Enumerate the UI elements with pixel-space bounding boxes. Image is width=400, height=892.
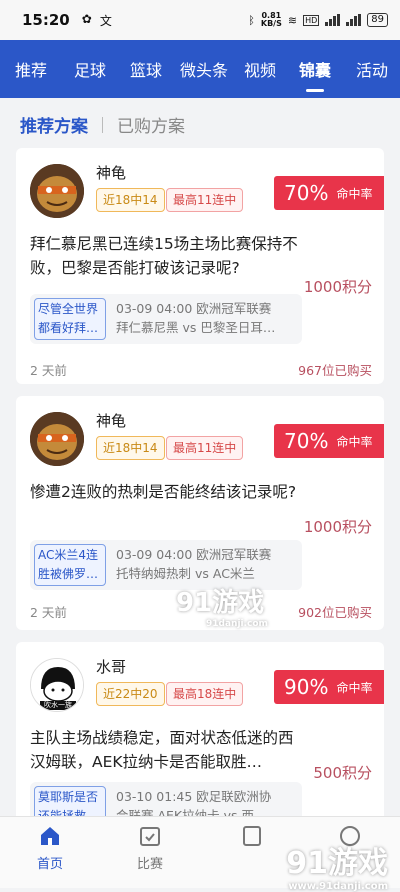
status-time: 15:20 (22, 11, 70, 29)
hit-rate-label: 命中率 (336, 680, 373, 695)
hit-rate-label: 命中率 (336, 434, 373, 449)
post-time: 2 天前 (30, 605, 67, 620)
nav-item-3[interactable] (222, 823, 282, 853)
author-name: 水哥 (96, 658, 127, 676)
sub-tabs: 推荐方案 已购方案 (20, 112, 185, 137)
author-name: 神龟 (96, 412, 127, 430)
purchase-count: 967位已购买 (298, 363, 372, 378)
hit-rate-badge: 90% 命中率 (274, 670, 384, 704)
divider (102, 116, 103, 133)
top-nav: 推荐 足球 篮球 微头条 视频 锦囊 活动 (0, 40, 400, 98)
signal-icon-2 (346, 14, 362, 26)
hit-rate-value: 70% (284, 429, 329, 453)
recent-record-tag: 近18中14 (96, 188, 165, 212)
plan-price: 500积分 (313, 764, 372, 782)
home-icon (37, 823, 63, 849)
match-time: 03-09 04:00 欧洲冠军联赛 (116, 547, 272, 562)
max-streak-tag: 最高11连中 (166, 436, 244, 460)
pick-summary: 尽管全世界都看好拜… (34, 298, 106, 340)
plan-title: 拜仁慕尼黑已连续15场主场比赛保持不败，巴黎是否能打破该记录呢? (30, 235, 298, 277)
calendar-check-icon (137, 823, 163, 849)
hd-badge: HD (303, 14, 320, 26)
post-time: 2 天前 (30, 363, 67, 378)
corner-watermark: 91游戏 www.91danji.com (286, 846, 388, 892)
net-speed: 0.81 KB/S (260, 11, 282, 28)
match-teams: 拜仁慕尼黑 vs 巴黎圣日耳… (116, 320, 276, 335)
hit-rate-value: 90% (284, 675, 329, 699)
avatar[interactable]: 吹水一族 (30, 658, 84, 712)
plan-title: 主队主场战绩稳定，面对状态低迷的西汉姆联，AEK拉纳卡是否能取胜… (30, 729, 294, 771)
tab-activity[interactable]: 活动 (344, 40, 400, 98)
pick-summary: AC米兰4连胜被佛罗… (34, 544, 106, 586)
signal-icon (325, 14, 341, 26)
plan-price: 1000积分 (303, 518, 372, 536)
avatar[interactable] (30, 164, 84, 218)
battery-icon: 89 (367, 13, 388, 27)
tab-basketball[interactable]: 篮球 (118, 40, 174, 98)
match-time: 03-10 01:45 欧足联欧洲协 (116, 789, 272, 804)
recent-record-tag: 近18中14 (96, 436, 165, 460)
hit-rate-label: 命中率 (336, 186, 373, 201)
document-icon (239, 823, 265, 849)
max-streak-tag: 最高18连中 (166, 682, 244, 706)
tab-recommend[interactable]: 推荐 (0, 40, 62, 98)
text-notification-icon: 文 (99, 13, 112, 28)
avatar-caption: 吹水一族 (44, 701, 72, 709)
plan-card[interactable]: 吹水一族 水哥 近22中20 最高18连中 90% 命中率 主队主场战绩稳定，面… (16, 642, 384, 832)
app-notification-icon: ✿ (81, 11, 92, 26)
hit-rate-badge: 70% 命中率 (274, 424, 384, 458)
hit-rate-value: 70% (284, 181, 329, 205)
author-name: 神龟 (96, 164, 127, 182)
subtab-recommended-plans[interactable]: 推荐方案 (20, 112, 88, 137)
match-teams: 托特纳姆热刺 vs AC米兰 (116, 566, 255, 581)
subtab-purchased-plans[interactable]: 已购方案 (117, 112, 185, 137)
plan-title: 惨遭2连败的热刺是否能终结该记录呢? (30, 483, 297, 501)
hit-rate-badge: 70% 命中率 (274, 176, 384, 210)
nav-matches[interactable]: 比赛 (120, 823, 180, 872)
nav-matches-label: 比赛 (136, 857, 163, 872)
tab-tips[interactable]: 锦囊 (286, 40, 344, 98)
watermark-logo: 91游戏 91danji.com (176, 588, 268, 629)
tab-micro-headline[interactable]: 微头条 (174, 40, 234, 98)
match-info[interactable]: 尽管全世界都看好拜… 03-09 04:00 欧洲冠军联赛 拜仁慕尼黑 vs 巴… (30, 294, 302, 344)
recent-record-tag: 近22中20 (96, 682, 165, 706)
bluetooth-icon: ᛒ (248, 13, 255, 27)
tab-video[interactable]: 视频 (234, 40, 286, 98)
plan-price: 1000积分 (303, 278, 372, 296)
nav-home-label: 首页 (36, 857, 63, 872)
purchase-count: 902位已购买 (298, 605, 372, 620)
tab-football[interactable]: 足球 (62, 40, 118, 98)
avatar[interactable] (30, 412, 84, 466)
plan-card[interactable]: 神龟 近18中14 最高11连中 70% 命中率 拜仁慕尼黑已连续15场主场比赛… (16, 148, 384, 384)
max-streak-tag: 最高11连中 (166, 188, 244, 212)
wifi-icon: ≋ (287, 13, 298, 27)
status-bar: 15:20 ✿ 文 ᛒ 0.81 KB/S ≋ HD 89 (0, 0, 400, 40)
nav-home[interactable]: 首页 (20, 823, 80, 872)
match-time: 03-09 04:00 欧洲冠军联赛 (116, 301, 272, 316)
